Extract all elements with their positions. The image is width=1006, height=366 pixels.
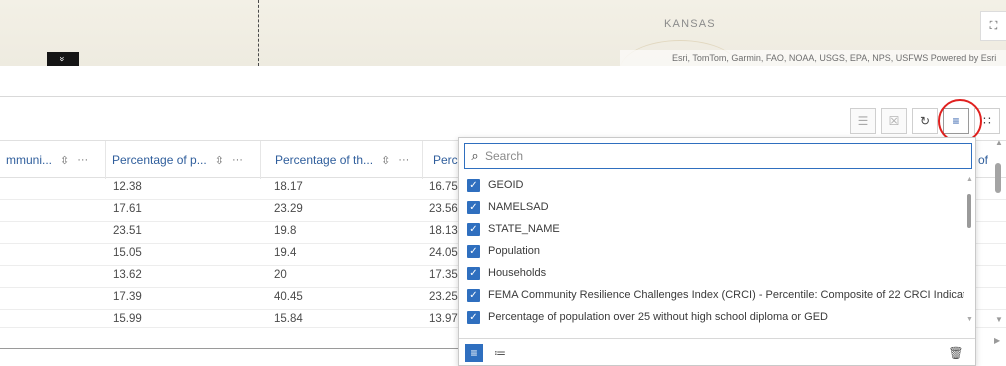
state-boundary <box>258 0 259 66</box>
clear-selection-icon: ☒ <box>888 114 900 128</box>
checkbox-checked-icon[interactable]: ✓ <box>467 244 480 258</box>
field-item-label: NAMELSAD <box>488 201 549 213</box>
clear-selection-button[interactable]: ☒ <box>881 108 907 134</box>
more-icon[interactable]: ··· <box>77 154 88 166</box>
field-search: ⌕ <box>464 143 972 169</box>
table-cell: 15.05 <box>113 247 142 259</box>
search-icon: ⌕ <box>471 148 479 163</box>
column-header-label: mmuni... <box>6 153 53 167</box>
checkbox-checked-icon[interactable]: ✓ <box>467 266 480 280</box>
field-item-label: Percentage of population over 25 without… <box>488 311 828 323</box>
field-item-label: Households <box>488 267 547 279</box>
table-horizontal-scroll-track <box>0 348 458 349</box>
app-root: KANSAS ⛶ Esri, TomTom, Garmin, FAO, NOAA… <box>0 0 1006 366</box>
table-cell: 18.17 <box>274 181 303 193</box>
select-all-icon: ≡ <box>470 346 478 360</box>
table-cell: 20 <box>274 269 287 281</box>
column-header-label: Percentage of p... <box>112 153 207 167</box>
table-cell: 13.97 <box>429 313 458 325</box>
field-item-population[interactable]: ✓ Population <box>464 240 964 262</box>
sort-icon[interactable]: ⇳ <box>381 154 390 167</box>
field-search-input[interactable] <box>485 149 955 163</box>
fullscreen-icon: ⛶ <box>989 19 998 32</box>
refresh-button[interactable]: ↻ <box>912 108 938 134</box>
sort-icon[interactable]: ⇳ <box>215 154 224 167</box>
column-header-label: Percentage of th... <box>275 153 374 167</box>
table-cell: 40.45 <box>274 291 303 303</box>
table-cell: 17.61 <box>113 203 142 215</box>
deselect-list-icon: ≔ <box>494 346 506 360</box>
column-visibility-popover: ⌕ ✓ GEOID ✓ NAMELSAD ✓ STATE_NAME ✓ Popu… <box>458 137 976 366</box>
column-header[interactable]: Percentage of th... ⇳ ··· <box>269 141 419 179</box>
field-item-label: FEMA Community Resilience Challenges Ind… <box>488 289 964 301</box>
field-item-label: Population <box>488 245 540 257</box>
field-item-namelsad[interactable]: ✓ NAMELSAD <box>464 196 964 218</box>
scroll-down-icon[interactable]: ▼ <box>995 315 1003 324</box>
field-list: ✓ GEOID ✓ NAMELSAD ✓ STATE_NAME ✓ Popula… <box>464 174 964 334</box>
field-item-households[interactable]: ✓ Households <box>464 262 964 284</box>
reset-icon: 🗑 <box>948 346 964 360</box>
scroll-down-icon[interactable]: ▼ <box>966 316 973 323</box>
checkbox-checked-icon[interactable]: ✓ <box>467 200 480 214</box>
collapse-map-button[interactable]: » <box>47 52 79 66</box>
field-item-label: GEOID <box>488 179 524 191</box>
checkbox-checked-icon[interactable]: ✓ <box>467 310 480 324</box>
more-icon[interactable]: ··· <box>232 154 243 166</box>
table-cell: 23.56 <box>429 203 458 215</box>
column-header[interactable]: mmuni... ⇳ ··· <box>0 141 104 179</box>
checkbox-checked-icon[interactable]: ✓ <box>467 288 480 302</box>
table-cell: 17.35 <box>429 269 458 281</box>
table-cell: 13.62 <box>113 269 142 281</box>
table-cell: 12.38 <box>113 181 142 193</box>
table-cell: 16.75 <box>429 181 458 193</box>
checkbox-checked-icon[interactable]: ✓ <box>467 222 480 236</box>
table-cell: 23.25 <box>429 291 458 303</box>
list-check-icon: ☰ <box>857 114 869 128</box>
show-selected-button[interactable]: ☰ <box>850 108 876 134</box>
column-header-label: Perc <box>433 153 458 167</box>
deselect-all-button[interactable]: ≔ <box>491 344 509 362</box>
field-item-crci[interactable]: ✓ FEMA Community Resilience Challenges I… <box>464 284 964 306</box>
field-item-no-diploma[interactable]: ✓ Percentage of population over 25 witho… <box>464 306 964 328</box>
options-icon: ∷ <box>983 114 991 128</box>
more-icon[interactable]: ··· <box>398 154 409 166</box>
column-header[interactable]: Percentage of p... ⇳ ··· <box>106 141 258 179</box>
table-cell: 18.13 <box>429 225 458 237</box>
table-cell: 15.99 <box>113 313 142 325</box>
map-view[interactable]: KANSAS ⛶ Esri, TomTom, Garmin, FAO, NOAA… <box>0 0 1006 66</box>
scroll-thumb[interactable] <box>967 194 971 228</box>
select-all-button[interactable]: ≡ <box>465 344 483 362</box>
field-item-state-name[interactable]: ✓ STATE_NAME <box>464 218 964 240</box>
table-scrollbar[interactable]: ▲ ▼ ▶ <box>992 138 1006 350</box>
field-list-scrollbar[interactable]: ▲ ▼ <box>965 176 975 328</box>
scroll-right-icon[interactable]: ▶ <box>994 336 1000 345</box>
field-item-geoid[interactable]: ✓ GEOID <box>464 174 964 196</box>
popover-footer: ≡ ≔ 🗑 <box>459 338 975 366</box>
state-label: KANSAS <box>664 18 716 30</box>
sort-icon[interactable]: ⇳ <box>60 154 69 167</box>
table-cell: 15.84 <box>274 313 303 325</box>
refresh-icon: ↻ <box>919 114 931 128</box>
scroll-thumb[interactable] <box>995 163 1001 193</box>
table-cell: 24.05 <box>429 247 458 259</box>
panel-divider <box>0 96 1006 97</box>
scroll-up-icon[interactable]: ▲ <box>995 138 1003 147</box>
table-cell: 23.51 <box>113 225 142 237</box>
reset-button[interactable]: 🗑 <box>947 344 965 362</box>
table-cell: 19.8 <box>274 225 297 237</box>
double-chevron-down-icon: » <box>57 56 68 62</box>
checkbox-checked-icon[interactable]: ✓ <box>467 178 480 192</box>
field-item-label: STATE_NAME <box>488 223 560 235</box>
table-cell: 17.39 <box>113 291 142 303</box>
table-cell: 23.29 <box>274 203 303 215</box>
fullscreen-button[interactable]: ⛶ <box>980 11 1006 41</box>
table-cell: 19.4 <box>274 247 297 259</box>
map-attribution[interactable]: Esri, TomTom, Garmin, FAO, NOAA, USGS, E… <box>620 50 1006 66</box>
scroll-up-icon[interactable]: ▲ <box>966 176 973 183</box>
